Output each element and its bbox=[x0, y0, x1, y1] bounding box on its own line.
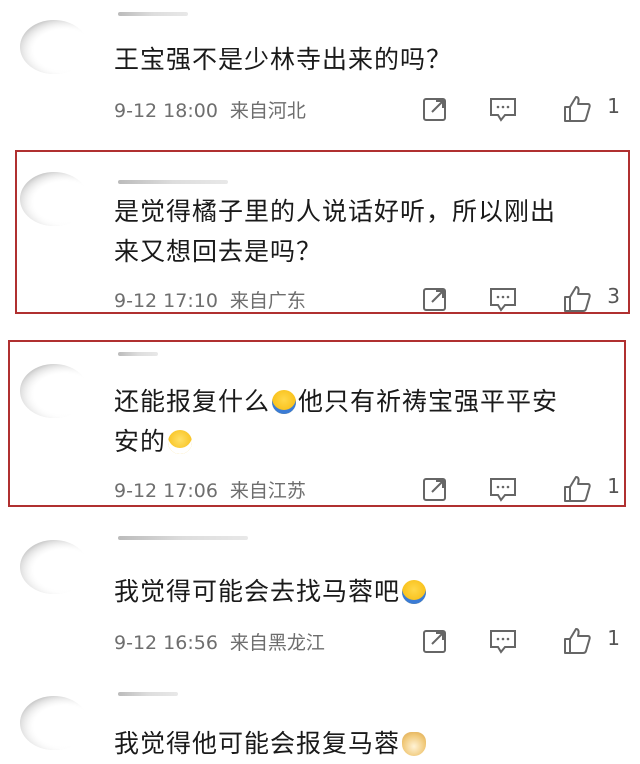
comment-actions: 3 bbox=[420, 284, 620, 314]
comment-text-line: 来又想回去是吗？ bbox=[114, 237, 323, 266]
comment-text-part: 安的 bbox=[114, 427, 167, 456]
comment-meta: 9-12 18:00 来自河北 bbox=[114, 96, 318, 123]
comment-text-part: 我觉得可能会去找马蓉吧 bbox=[114, 577, 401, 606]
like-icon[interactable] bbox=[562, 284, 592, 314]
comment-location: 来自河北 bbox=[229, 100, 306, 122]
comment-icon[interactable] bbox=[488, 474, 518, 504]
like-icon[interactable] bbox=[562, 626, 592, 656]
comment-text: 是觉得橘子里的人说话好听，所以刚出 来又想回去是吗？ bbox=[114, 192, 614, 272]
laugh-cry-emoji-icon bbox=[272, 390, 297, 414]
comment-location: 来自广东 bbox=[229, 290, 306, 312]
comment-text-part: 我觉得他可能会报复马蓉 bbox=[114, 729, 401, 758]
comment-date: 9-12 17:06 bbox=[114, 480, 218, 502]
dog-face-emoji-icon bbox=[402, 732, 427, 756]
avatar[interactable] bbox=[20, 172, 88, 226]
comment-icon[interactable] bbox=[488, 94, 518, 124]
nickname-blurred bbox=[118, 692, 178, 696]
share-icon[interactable] bbox=[420, 474, 450, 504]
comment-location: 来自江苏 bbox=[229, 480, 306, 502]
avatar[interactable] bbox=[20, 364, 88, 418]
comment-text: 还能报复什么 他只有祈祷宝强平平安 安的 bbox=[114, 382, 614, 462]
comment-meta: 9-12 17:06 来自江苏 bbox=[114, 476, 318, 503]
nickname-blurred bbox=[118, 352, 158, 356]
comment-meta: 9-12 17:10 来自广东 bbox=[114, 286, 318, 313]
nickname-blurred bbox=[118, 180, 228, 184]
comment-location: 来自黑龙江 bbox=[229, 632, 325, 654]
nickname-blurred bbox=[118, 12, 188, 16]
comment-date: 9-12 17:10 bbox=[114, 290, 218, 312]
comment-text: 我觉得可能会去找马蓉吧 bbox=[114, 572, 614, 612]
comment-date: 9-12 18:00 bbox=[114, 100, 218, 122]
comment-text-line: 是觉得橘子里的人说话好听，所以刚出 bbox=[114, 197, 557, 226]
like-count: 1 bbox=[607, 626, 620, 650]
share-icon[interactable] bbox=[420, 284, 450, 314]
like-count: 1 bbox=[607, 94, 620, 118]
share-icon[interactable] bbox=[420, 94, 450, 124]
comment-meta: 9-12 16:56 来自黑龙江 bbox=[114, 628, 337, 655]
like-icon[interactable] bbox=[562, 94, 592, 124]
share-icon[interactable] bbox=[420, 626, 450, 656]
comment-icon[interactable] bbox=[488, 284, 518, 314]
comment-icon[interactable] bbox=[488, 626, 518, 656]
comment-text-line: 还能报复什么 他只有祈祷宝强平平安 bbox=[114, 382, 614, 422]
comment-actions: 1 bbox=[420, 474, 620, 504]
like-count: 3 bbox=[607, 284, 620, 308]
comment-text-part: 还能报复什么 bbox=[114, 387, 271, 416]
like-icon[interactable] bbox=[562, 474, 592, 504]
comment-actions: 1 bbox=[420, 94, 620, 124]
laugh-cry-emoji-icon bbox=[402, 580, 427, 604]
comment-actions: 1 bbox=[420, 626, 620, 656]
like-count: 1 bbox=[607, 474, 620, 498]
avatar[interactable] bbox=[20, 696, 88, 750]
avatar[interactable] bbox=[20, 540, 88, 594]
comment-date: 9-12 16:56 bbox=[114, 632, 218, 654]
comment-text-line: 安的 bbox=[114, 422, 614, 462]
grin-emoji-icon bbox=[168, 430, 193, 454]
nickname-blurred bbox=[118, 536, 248, 540]
comment-text: 王宝强不是少林寺出来的吗？ bbox=[114, 45, 453, 74]
comment-text-part: 他只有祈祷宝强平平安 bbox=[298, 387, 559, 416]
avatar[interactable] bbox=[20, 20, 88, 74]
comment-text: 我觉得他可能会报复马蓉 bbox=[114, 724, 614, 764]
